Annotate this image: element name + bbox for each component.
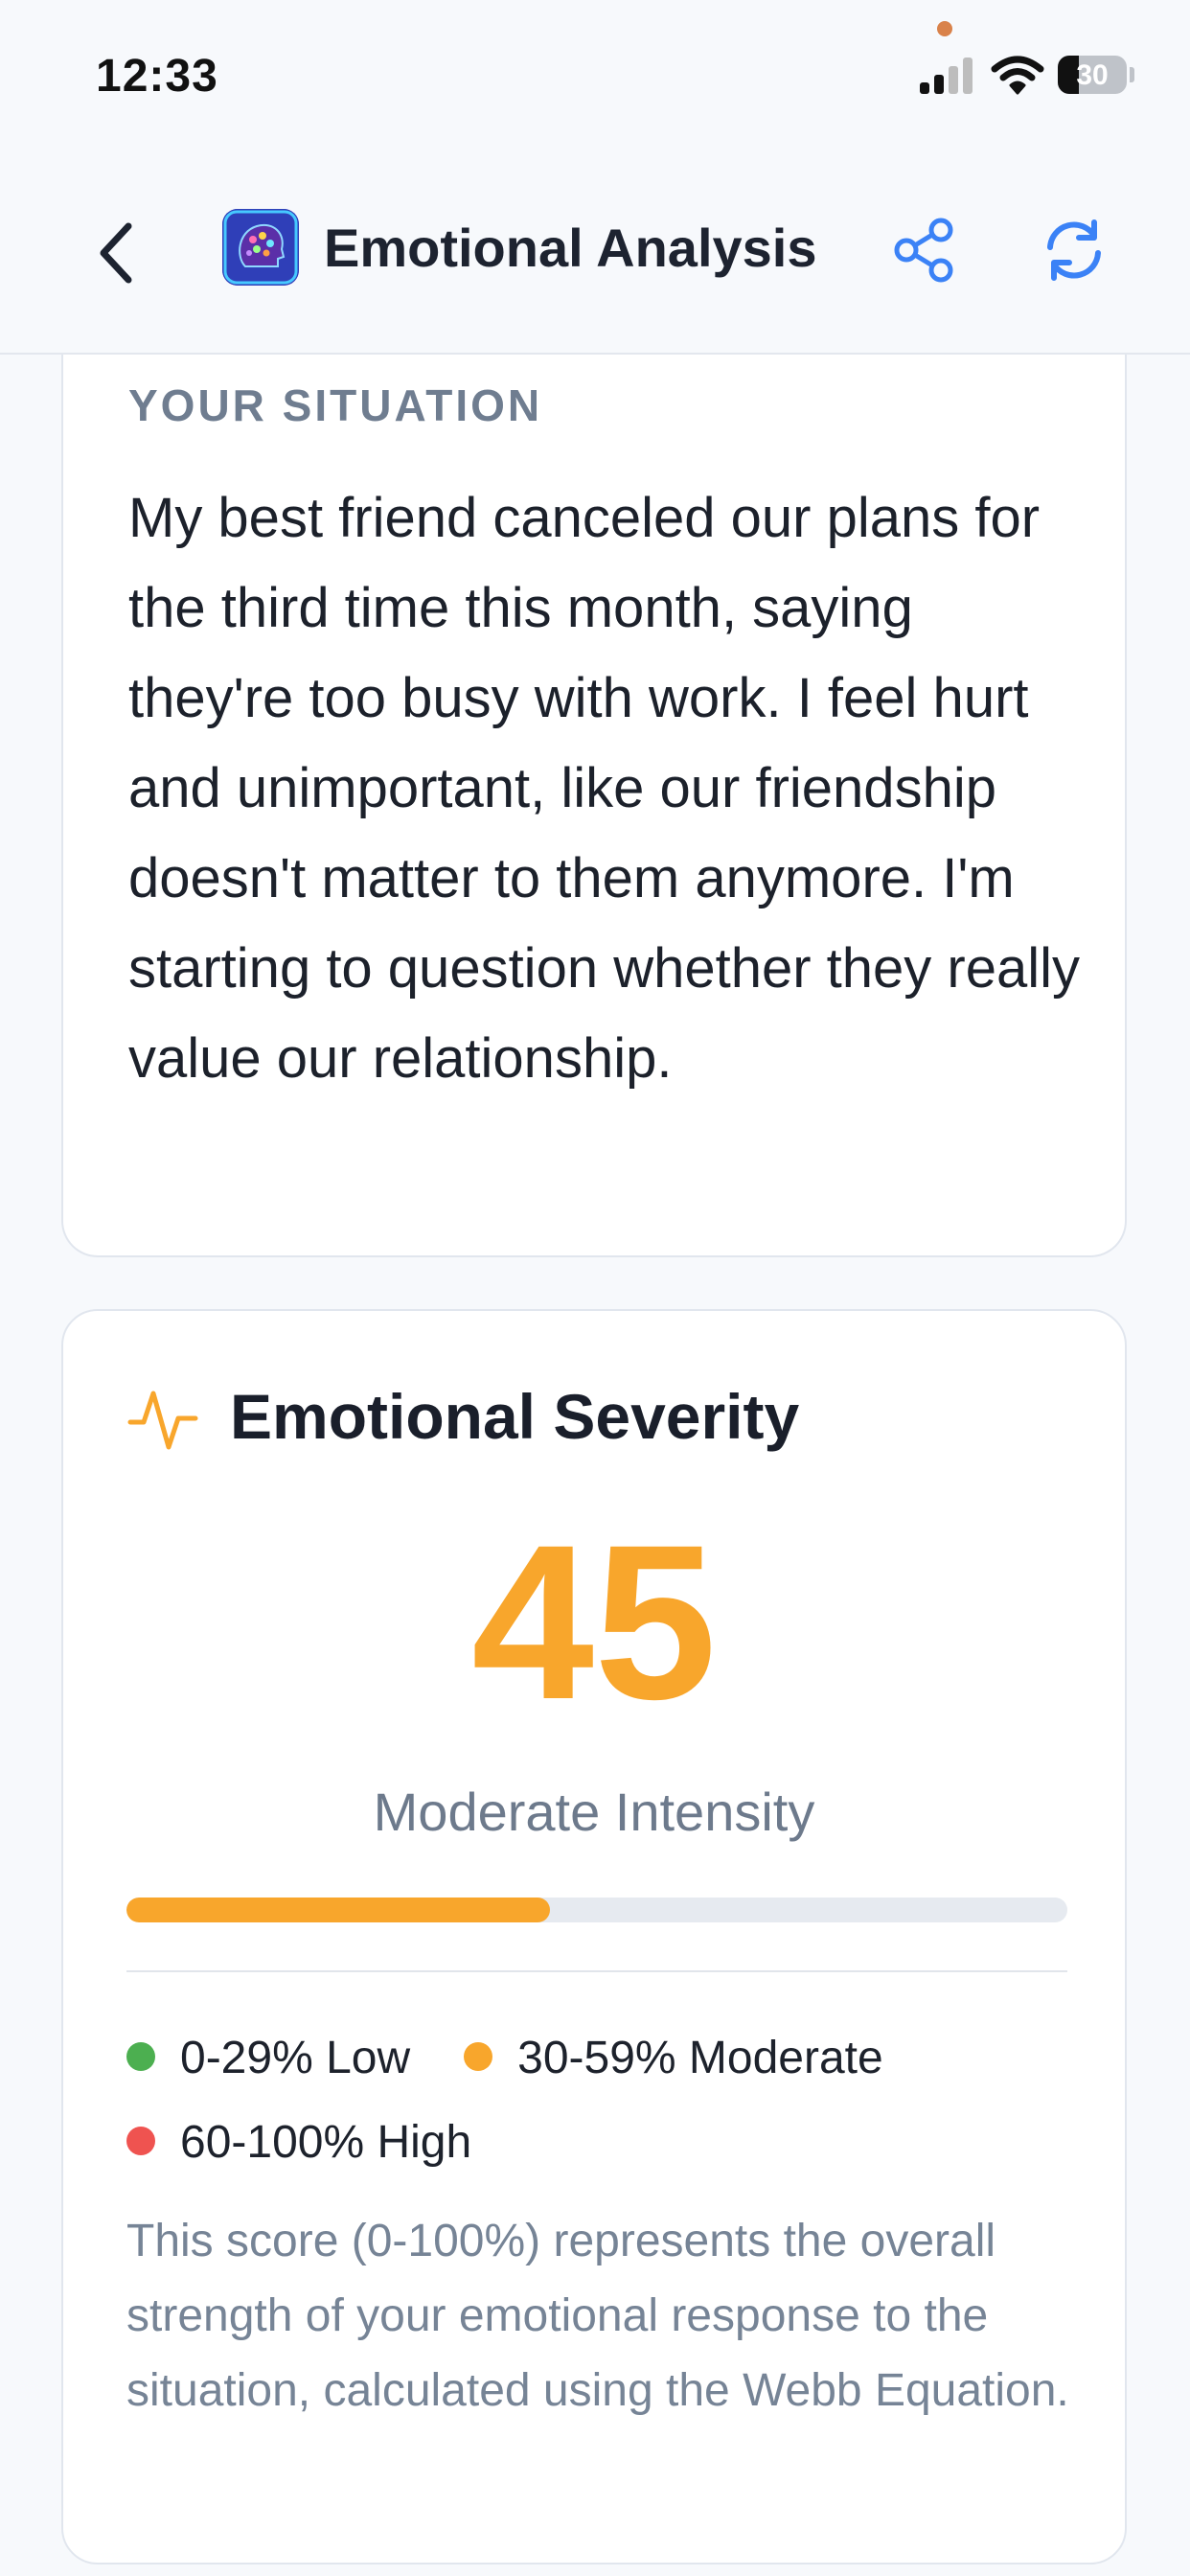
battery-cap <box>1130 67 1134 82</box>
legend-label-high: 60-100% High <box>180 2117 472 2168</box>
severity-progress-bar <box>126 1898 1067 1922</box>
page-title: Emotional Analysis <box>324 218 817 278</box>
severity-progress-fill <box>126 1898 550 1922</box>
legend-dot-moderate <box>464 2042 493 2072</box>
divider <box>126 1970 1067 1972</box>
back-button[interactable] <box>88 213 146 293</box>
pulse-icon <box>127 1391 198 1450</box>
legend-item-high: 60-100% High <box>126 2101 471 2185</box>
legend-dot-high <box>126 2127 155 2156</box>
legend-label-moderate: 30-59% Moderate <box>517 2033 883 2083</box>
severity-title: Emotional Severity <box>230 1381 800 1452</box>
app-logo <box>222 209 299 286</box>
share-button[interactable] <box>891 217 958 284</box>
legend-dot-low <box>126 2042 155 2072</box>
legend-label-low: 0-29% Low <box>180 2033 411 2083</box>
situation-text: My best friend canceled our plans for th… <box>128 487 1080 1090</box>
cellular-signal-icon <box>920 56 973 94</box>
wifi-icon <box>991 56 1044 95</box>
severity-legend: 0-29% Low 30-59% Moderate 60-100% High <box>126 2016 1085 2185</box>
situation-heading: YOUR SITUATION <box>128 380 543 430</box>
refresh-button[interactable] <box>1039 215 1110 286</box>
severity-label: Moderate Intensity <box>373 1782 815 1842</box>
severity-explanation: This score (0-100%) represents the overa… <box>126 2216 1069 2416</box>
nav-bar: Emotional Analysis <box>0 153 1190 355</box>
battery-icon: 30 <box>1058 56 1127 94</box>
status-time: 12:33 <box>96 51 218 102</box>
privacy-indicator-dot <box>937 21 952 36</box>
legend-item-low: 0-29% Low <box>126 2016 410 2101</box>
legend-item-moderate: 30-59% Moderate <box>464 2016 883 2101</box>
status-bar: 12:33 30 <box>0 0 1190 153</box>
severity-card: Emotional Severity 45 Moderate Intensity… <box>61 1309 1127 2564</box>
situation-card: YOUR SITUATION My best friend canceled o… <box>61 355 1127 1257</box>
battery-level: 30 <box>1076 59 1109 91</box>
severity-score: 45 <box>471 1499 717 1745</box>
